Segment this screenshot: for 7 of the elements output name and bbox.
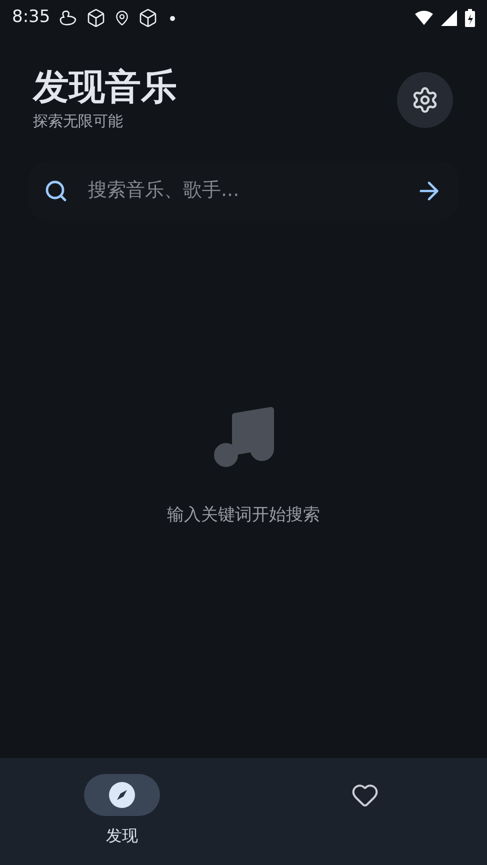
page-title: 发现音乐 [33,66,177,110]
page-subtitle: 探索无限可能 [33,111,124,132]
search-input[interactable]: 搜索音乐、歌手... [88,176,395,205]
nav-label: 发现 [106,825,138,847]
search-field[interactable]: 搜索音乐、歌手... [28,160,459,220]
empty-state-message: 输入关键词开始搜索 [167,504,320,526]
status-time: 8:35 [12,6,50,30]
